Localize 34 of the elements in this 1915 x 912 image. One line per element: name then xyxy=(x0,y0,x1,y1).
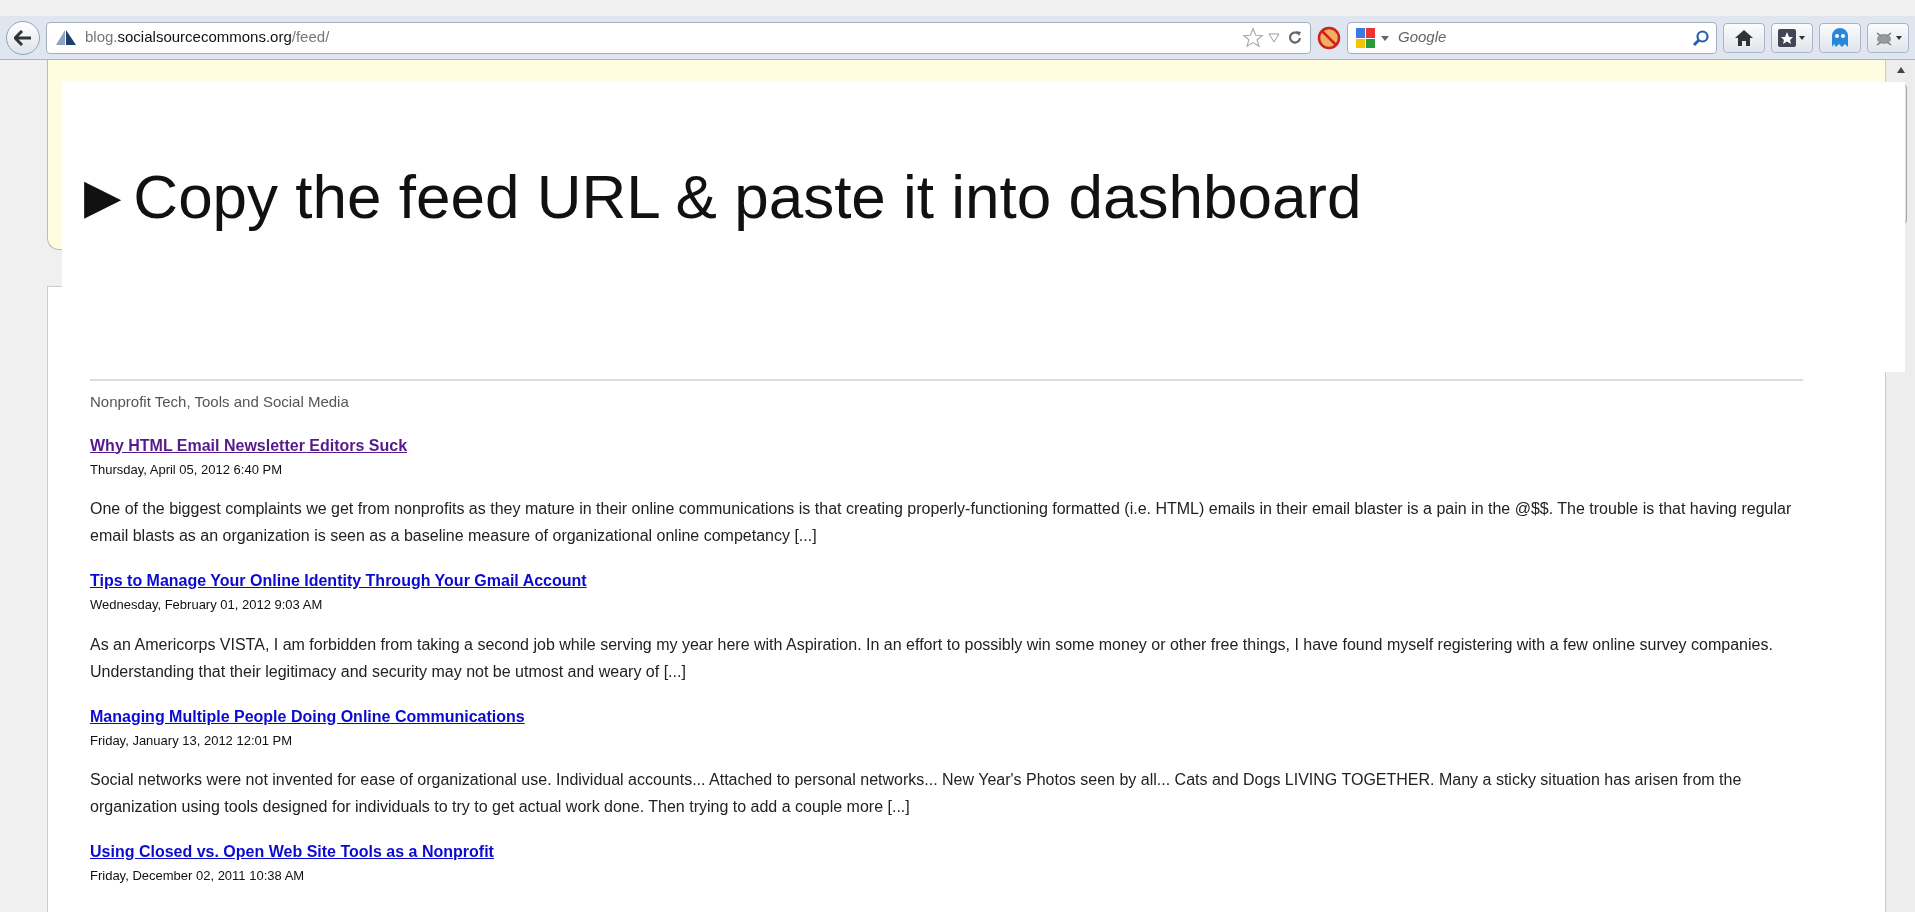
blocked-icon[interactable] xyxy=(1317,25,1341,50)
search-box[interactable]: Google xyxy=(1347,21,1717,54)
starred-box-icon xyxy=(1777,27,1807,48)
post-title-link[interactable]: Tips to Manage Your Online Identity Through Your Gmail Account xyxy=(90,572,587,589)
ghost-button[interactable] xyxy=(1819,22,1861,53)
back-arrow-icon xyxy=(14,29,32,46)
feed-subtitle: Nonprofit Tech, Tools and Social Media xyxy=(90,392,350,412)
search-icon[interactable] xyxy=(1692,28,1710,47)
post-date: Friday, December 02, 2011 10:38 AM xyxy=(90,867,306,885)
post-excerpt: As an Americorps VISTA, I am forbidden from taking a second job while serving my year here with Aspiration. In an effort to possibly win some money or other free things, I have found myself registering with a few online survey companies. Understanding that their legitimacy and security may not be utmost and weary of [...] xyxy=(90,634,1774,682)
home-icon xyxy=(1734,28,1754,47)
back-button[interactable] xyxy=(6,20,40,55)
search-engine-icon xyxy=(1354,25,1392,50)
post-title-link[interactable]: Managing Multiple People Doing Online Communications xyxy=(90,707,525,725)
post-date: Thursday, April 05, 2012 6:40 PM xyxy=(90,460,283,479)
address-bar[interactable]: blog.socialsourcecommons.org/feed/ xyxy=(46,21,1311,54)
scroll-up-icon[interactable] xyxy=(1895,66,1906,74)
post-title-link[interactable]: Why HTML Email Newsletter Editors Suck xyxy=(90,436,408,454)
post-date: Friday, January 13, 2012 12:01 PM xyxy=(90,731,294,750)
post-excerpt: Social networks were not invented for ease of organizational use. Individual accounts... Attached to personal networks... New Year's Photos seen by all... Cats and Dogs LIVING TOGETHER. Many a sticky situation has arisen from the organization using tools designed for individuals to try to get actual work done. Then trying to add a couple more [...] xyxy=(90,770,1743,817)
search-input[interactable]: Google xyxy=(1398,26,1686,49)
ghost-icon xyxy=(1830,26,1850,49)
banner-text: ►Copy the feed URL & paste it into dashboard xyxy=(72,161,1362,233)
site-logo-icon xyxy=(55,28,77,47)
post-date: Wednesday, February 01, 2012 9:03 AM xyxy=(90,596,324,614)
bookmarks-button[interactable] xyxy=(1771,22,1813,53)
dropdown-icon[interactable] xyxy=(1268,32,1280,43)
reload-icon[interactable] xyxy=(1286,28,1304,47)
home-button[interactable] xyxy=(1723,22,1765,53)
post-title-link[interactable]: Using Closed vs. Open Web Site Tools as a Nonprofit xyxy=(90,843,494,860)
star-icon[interactable] xyxy=(1242,26,1264,49)
extension-button[interactable] xyxy=(1867,22,1909,53)
post-excerpt: One of the biggest complaints we get from nonprofits as they mature in their online communications is that creating properly-functioning formatted (i.e. HTML) emails in their email blaster is a pain in the @$$. The trouble is that having regular email blasts as an organization is seen as a baseline measure of organizational online competancy [...] xyxy=(90,499,1793,546)
url-text: blog.socialsourcecommons.org/feed/ xyxy=(85,27,330,48)
